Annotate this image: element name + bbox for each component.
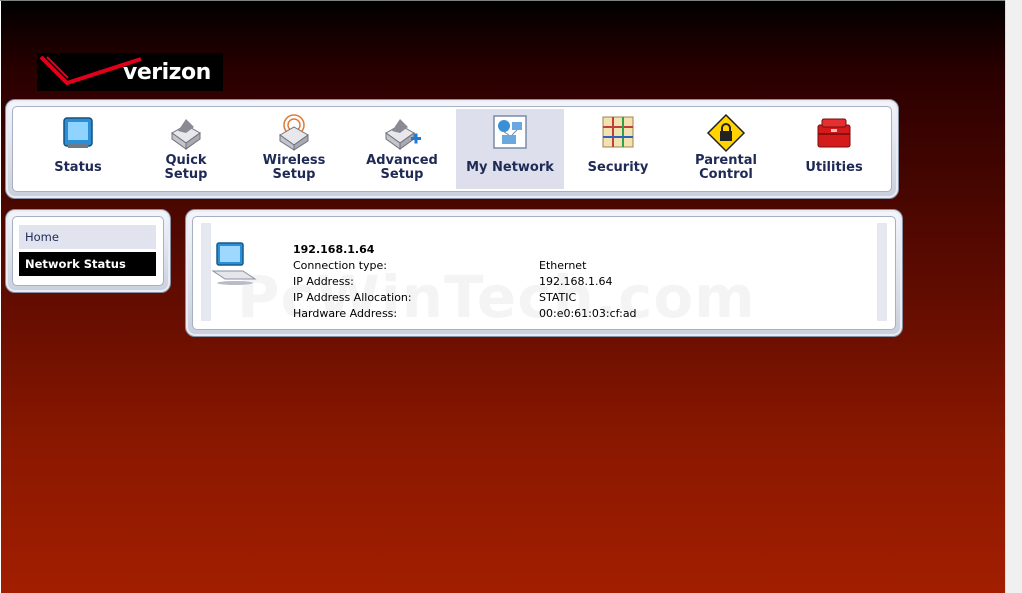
nav-wireless-setup[interactable]: Wireless Setup [240, 109, 348, 189]
nav-label: Quick Setup [164, 153, 208, 182]
parental-control-icon [706, 113, 746, 153]
content-side-bar [877, 223, 887, 321]
sidebar: Home Network Status [5, 209, 171, 293]
security-icon [602, 116, 634, 148]
vertical-scrollbar[interactable] [1005, 0, 1022, 593]
nav-label: Parental Control [695, 153, 757, 182]
nav-label: Wireless Setup [262, 153, 326, 182]
sidebar-inner: Home Network Status [12, 216, 164, 286]
nav-label: Advanced Setup [366, 153, 438, 182]
connection-type-label: Connection type: [293, 259, 388, 272]
nav-my-network[interactable]: My Network [456, 109, 564, 189]
nav-label: Security [587, 160, 649, 175]
nav-utilities[interactable]: Utilities [780, 109, 888, 189]
ip-allocation-label: IP Address Allocation: [293, 291, 412, 304]
content-inner: PcWinTech.com 192.168.1.64 Connection ty… [192, 216, 896, 331]
nav-label: Utilities [805, 160, 863, 175]
main-nav: Status Quick Setup Wireless Setup Advanc… [5, 99, 899, 199]
ip-allocation-value: STATIC [539, 291, 577, 304]
hardware-address-label: Hardware Address: [293, 307, 398, 320]
verizon-logo: verizon [37, 53, 223, 91]
my-network-icon [493, 115, 527, 149]
utilities-icon [817, 118, 851, 148]
content-panel: PcWinTech.com 192.168.1.64 Connection ty… [185, 209, 903, 337]
advanced-setup-icon [385, 119, 421, 150]
status-icon [63, 117, 93, 148]
quick-setup-icon [171, 119, 201, 150]
ip-address-value: 192.168.1.64 [539, 275, 613, 288]
sidebar-item-home[interactable]: Home [19, 225, 156, 249]
main-nav-inner: Status Quick Setup Wireless Setup Advanc… [12, 106, 892, 192]
wireless-setup-icon [279, 114, 309, 151]
connection-type-value: Ethernet [539, 259, 587, 272]
nav-advanced-setup[interactable]: Advanced Setup [348, 109, 456, 189]
nav-security[interactable]: Security [564, 109, 672, 189]
nav-status[interactable]: Status [24, 109, 132, 189]
nav-label: Status [54, 160, 102, 175]
nav-parental-control[interactable]: Parental Control [672, 109, 780, 189]
computer-icon [211, 242, 257, 285]
content-side-bar [201, 223, 211, 321]
nav-label: My Network [466, 160, 554, 175]
device-title: 192.168.1.64 [293, 243, 375, 256]
sidebar-item-network-status[interactable]: Network Status [19, 252, 156, 276]
logo-text: verizon [123, 60, 211, 85]
ip-address-label: IP Address: [293, 275, 354, 288]
hardware-address-value: 00:e0:61:03:cf:ad [539, 307, 637, 320]
page-background: verizon Status Quick Setup Wireless Setu… [1, 1, 1005, 593]
nav-quick-setup[interactable]: Quick Setup [132, 109, 240, 189]
